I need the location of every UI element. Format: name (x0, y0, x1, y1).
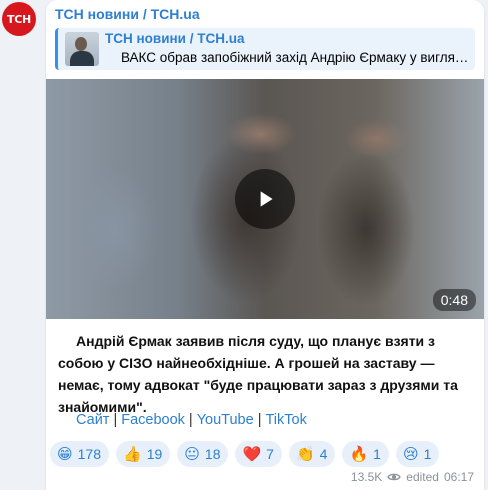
channel-links: Сайт | Facebook | YouTube | TikTok (76, 412, 307, 428)
neutral-face-emoji-icon: 😐 (184, 444, 200, 463)
play-icon (260, 191, 273, 207)
reply-preview[interactable]: ТСН новини / TCH.ua ВАКС обрав запобіжни… (55, 28, 475, 70)
channel-name[interactable]: ТСН новини / TCH.ua (55, 6, 200, 22)
link-youtube[interactable]: YouTube (197, 412, 254, 428)
eye-icon (387, 473, 402, 481)
edited-label: edited (406, 470, 439, 484)
reaction-count: 4 (319, 446, 328, 462)
grin-emoji-icon: 😁 (57, 444, 73, 463)
message-meta: 13.5K edited 06:17 (351, 470, 474, 484)
reaction-heart[interactable]: ❤️ 7 (235, 441, 282, 467)
channel-avatar-text: ТСН (7, 12, 31, 26)
clap-emoji-icon: 👏 (295, 444, 315, 463)
link-separator: | (188, 412, 193, 428)
channel-avatar[interactable]: ТСН (2, 2, 36, 36)
video-player[interactable]: 0:48 (46, 79, 484, 319)
link-separator: | (113, 412, 118, 428)
reaction-count: 19 (146, 446, 163, 462)
reaction-count: 7 (266, 446, 274, 462)
message-text: Андрій Єрмак заявив після суду, що плану… (58, 333, 458, 415)
reaction-count: 178 (77, 446, 101, 462)
reaction-neutral[interactable]: 😐 18 (177, 441, 229, 467)
view-count: 13.5K (350, 470, 383, 484)
link-tiktok[interactable]: TikTok (265, 412, 306, 428)
reaction-count: 18 (204, 446, 221, 462)
reaction-fire[interactable]: 🔥 1 (342, 441, 389, 467)
message-bubble: ТСН новини / TCH.ua ТСН новини / TCH.ua … (46, 0, 484, 490)
reaction-count: 1 (423, 446, 432, 462)
crying-face-emoji-icon: 😢 (402, 444, 419, 463)
reaction-grin[interactable]: 😁 178 (50, 441, 109, 467)
heart-emoji-icon: ❤️ (242, 444, 262, 463)
message-time: 06:17 (443, 470, 474, 484)
reply-text: ВАКС обрав запобіжний захід Андрію Єрмак… (121, 50, 473, 65)
reaction-count: 1 (373, 446, 381, 462)
reply-title: ТСН новини / TCH.ua (105, 31, 245, 46)
reaction-cry[interactable]: 😢 1 (395, 441, 440, 467)
reactions-bar: 😁 178 👍 19 😐 18 ❤️ 7 👏 4 🔥 1 😢 1 (50, 441, 440, 467)
link-facebook[interactable]: Facebook (121, 412, 185, 428)
link-separator: | (257, 412, 262, 428)
play-button[interactable] (235, 169, 295, 229)
reaction-clap[interactable]: 👏 4 (288, 441, 336, 467)
thumbs-up-emoji-icon: 👍 (123, 444, 142, 463)
link-site[interactable]: Сайт (76, 412, 109, 428)
fire-emoji-icon: 🔥 (349, 444, 369, 463)
video-duration: 0:48 (432, 289, 476, 311)
reply-thumbnail (65, 32, 99, 66)
reaction-thumbs-up[interactable]: 👍 19 (116, 441, 171, 467)
